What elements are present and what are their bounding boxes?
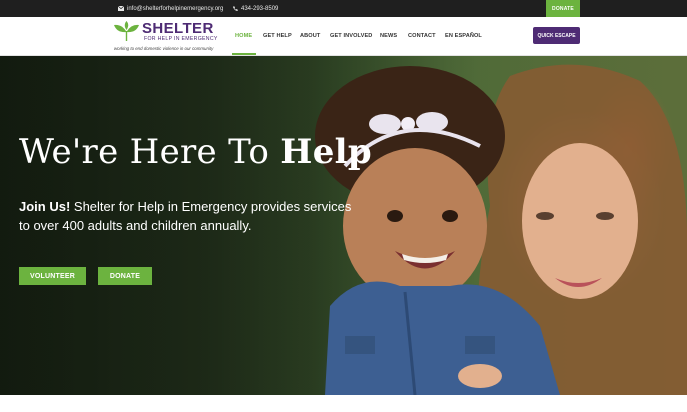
logo-subtitle: FOR HELP IN EMERGENCY — [144, 36, 218, 42]
hero-title-bold: Help — [280, 132, 372, 172]
site-logo[interactable]: SHELTER FOR HELP IN EMERGENCY working to… — [113, 20, 223, 53]
phone-icon — [233, 6, 238, 11]
hero-description: Join Us! Shelter for Help in Emergency p… — [19, 197, 359, 235]
envelope-icon — [118, 6, 124, 11]
volunteer-button[interactable]: VOLUNTEER — [19, 267, 86, 285]
hero-banner: We're Here To Help Join Us! Shelter for … — [0, 56, 687, 395]
hero-text-bold: Join Us! — [19, 199, 71, 214]
nav-item-get-involved[interactable]: GET INVOLVED — [330, 17, 372, 55]
site-header: SHELTER FOR HELP IN EMERGENCY working to… — [0, 17, 687, 56]
hero-title-light: We're Here To — [19, 132, 281, 172]
donate-button[interactable]: DONATE — [98, 267, 152, 285]
nav-item-home[interactable]: HOME — [235, 17, 252, 55]
logo-brand: SHELTER — [142, 20, 214, 37]
active-nav-indicator — [232, 53, 256, 55]
email-text: info@shelterforhelpinemergency.org — [127, 5, 224, 12]
nav-item-contact[interactable]: CONTACT — [408, 17, 436, 55]
leaf-logo-icon — [114, 21, 139, 41]
phone-text: 434-293-8509 — [241, 5, 279, 12]
nav-item-get-help[interactable]: GET HELP — [263, 17, 292, 55]
email-link[interactable]: info@shelterforhelpinemergency.org — [118, 0, 223, 17]
quick-escape-button[interactable]: QUICK ESCAPE — [533, 27, 580, 44]
logo-tagline: working to end domestic violence in our … — [114, 46, 214, 51]
donate-top-button[interactable]: DONATE — [546, 0, 580, 17]
page-bottom-strip — [0, 395, 687, 412]
phone-link[interactable]: 434-293-8509 — [233, 0, 278, 17]
nav-item-about[interactable]: ABOUT — [300, 17, 320, 55]
top-utility-bar: info@shelterforhelpinemergency.org 434-2… — [0, 0, 687, 17]
nav-item-news[interactable]: NEWS — [380, 17, 397, 55]
nav-item-en-espanol[interactable]: EN ESPAÑOL — [445, 17, 482, 55]
hero-title: We're Here To Help — [19, 132, 372, 172]
